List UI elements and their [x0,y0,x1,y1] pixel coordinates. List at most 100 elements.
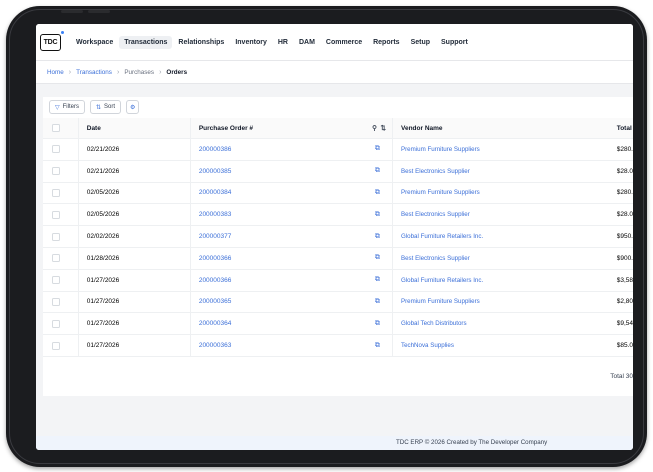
row-checkbox-cell [43,182,79,205]
row-checkbox[interactable] [52,210,60,219]
nav-inventory[interactable]: Inventory [230,36,272,49]
column-settings-button[interactable]: ⚙ [126,100,140,114]
cell-vendor-link[interactable]: Premium Furniture Suppliers [392,182,609,205]
sort-label: Sort [104,104,116,110]
row-checkbox[interactable] [52,145,60,154]
tablet-frame: TDC Workspace Transactions Relationships… [6,6,647,467]
table-header-row: Date Purchase Order # ⚲ ⇅ Vendor Name To… [43,118,633,139]
cell-vendor-link[interactable]: Global Tech Distributors [392,312,609,336]
row-checkbox[interactable] [52,167,60,176]
device-button [61,10,83,13]
copy-icon[interactable]: ⧉ [362,334,393,357]
breadcrumb-home[interactable]: Home [47,69,64,76]
table-row[interactable]: 02/05/2026 200000383 ⧉ Best Electronics Sup… [43,203,633,227]
cell-vendor-link[interactable]: Best Electronics Supplier [392,203,609,227]
header-po[interactable]: Purchase Order # [190,118,363,139]
copy-icon[interactable]: ⧉ [362,138,393,161]
row-checkbox[interactable] [52,232,60,241]
sort-icon[interactable]: ⇅ [381,125,386,132]
chevron-right-icon: › [159,68,162,76]
copy-icon[interactable]: ⧉ [362,160,393,183]
nav-relationships[interactable]: Relationships [173,36,229,49]
table-row[interactable]: 02/05/2026 200000384 ⧉ Premium Furniture Su… [43,182,633,205]
cell-total: $28.0 [608,203,633,227]
filters-label: Filters [62,104,79,110]
table-row[interactable]: 02/02/2026 200000377 ⧉ Global Furniture Ret… [43,225,633,248]
row-checkbox-cell [43,138,79,161]
copy-icon[interactable]: ⧉ [362,203,393,227]
cell-po-link[interactable]: 200000366 [190,247,363,270]
row-checkbox[interactable] [52,341,60,350]
copy-icon[interactable]: ⧉ [362,182,393,205]
row-checkbox[interactable] [52,188,60,197]
cell-po-link[interactable]: 200000385 [190,160,363,183]
cell-vendor-link[interactable]: TechNova Supplies [392,334,609,357]
cell-date: 01/27/2026 [78,334,191,357]
breadcrumb-transactions[interactable]: Transactions [76,69,112,76]
nav-setup[interactable]: Setup [406,36,435,49]
row-checkbox-cell [43,269,79,292]
orders-card: ▽ Filters ⇅ Sort ⚙ Date Purchase Order #… [43,97,633,396]
main-menu: Workspace Transactions Relationships Inv… [71,35,474,49]
table-body: 02/21/2026 200000386 ⧉ Premium Furniture Su… [43,138,633,357]
gear-icon: ⚙ [130,104,136,111]
nav-workspace[interactable]: Workspace [71,36,118,49]
nav-support[interactable]: Support [436,36,473,49]
table-row[interactable]: 01/28/2026 200000366 ⧉ Best Electronics Sup… [43,247,633,270]
cell-date: 02/05/2026 [78,182,191,205]
table-row[interactable]: 02/21/2026 200000385 ⧉ Best Electronics Sup… [43,160,633,183]
filter-icon: ▽ [55,104,60,111]
cell-vendor-link[interactable]: Best Electronics Supplier [392,247,609,270]
app-logo[interactable]: TDC [40,30,64,51]
table-row[interactable]: 01/27/2026 200000364 ⧉ Global Tech Distribu… [43,312,633,336]
cell-po-link[interactable]: 200000364 [190,312,363,336]
breadcrumb: Home › Transactions › Purchases › Orders [36,61,633,84]
cell-vendor-link[interactable]: Best Electronics Supplier [392,160,609,183]
header-po-actions: ⚲ ⇅ [362,118,393,139]
cell-vendor-link[interactable]: Premium Furniture Suppliers [392,291,609,314]
copy-icon[interactable]: ⧉ [362,312,393,336]
row-checkbox[interactable] [52,319,60,328]
footer: TDC ERP © 2026 Created by The Developer … [36,436,633,450]
cell-date: 01/27/2026 [78,312,191,336]
cell-date: 02/02/2026 [78,225,191,248]
nav-reports[interactable]: Reports [368,36,404,49]
table-row[interactable]: 02/21/2026 200000386 ⧉ Premium Furniture Su… [43,138,633,161]
cell-date: 01/28/2026 [78,247,191,270]
cell-po-link[interactable]: 200000386 [190,138,363,161]
cell-po-link[interactable]: 200000363 [190,334,363,357]
filters-button[interactable]: ▽ Filters [49,100,85,114]
header-vendor[interactable]: Vendor Name [392,118,609,139]
cell-po-link[interactable]: 200000377 [190,225,363,248]
header-total[interactable]: Total [608,118,633,139]
breadcrumb-purchases[interactable]: Purchases [124,69,154,76]
select-all-checkbox[interactable] [52,124,60,132]
cell-po-link[interactable]: 200000383 [190,203,363,227]
cell-po-link[interactable]: 200000366 [190,269,363,292]
cell-vendor-link[interactable]: Global Furniture Retailers Inc. [392,269,609,292]
cell-vendor-link[interactable]: Premium Furniture Suppliers [392,138,609,161]
nav-dam[interactable]: DAM [294,36,320,49]
table-row[interactable]: 01/27/2026 200000363 ⧉ TechNova Supplies $85… [43,334,633,357]
copy-icon[interactable]: ⧉ [362,225,393,248]
row-checkbox[interactable] [52,254,60,263]
search-icon[interactable]: ⚲ [372,125,377,132]
copy-icon[interactable]: ⧉ [362,291,393,314]
chevron-right-icon: › [68,68,72,76]
nav-transactions[interactable]: Transactions [119,35,173,49]
cell-po-link[interactable]: 200000365 [190,291,363,314]
sort-button[interactable]: ⇅ Sort [89,100,122,114]
table-row[interactable]: 01/27/2026 200000366 ⧉ Global Furniture Ret… [43,269,633,292]
copy-icon[interactable]: ⧉ [362,269,393,292]
table-row[interactable]: 01/27/2026 200000365 ⧉ Premium Furniture Su… [43,291,633,314]
nav-hr[interactable]: HR [273,36,293,49]
row-checkbox[interactable] [52,297,60,306]
cell-date: 02/21/2026 [78,138,191,161]
cell-vendor-link[interactable]: Global Furniture Retailers Inc. [392,225,609,248]
app-screen: TDC Workspace Transactions Relationships… [36,24,633,450]
cell-po-link[interactable]: 200000384 [190,182,363,205]
copy-icon[interactable]: ⧉ [362,247,393,270]
header-date[interactable]: Date [78,118,191,139]
row-checkbox[interactable] [52,276,60,285]
nav-commerce[interactable]: Commerce [321,36,367,49]
